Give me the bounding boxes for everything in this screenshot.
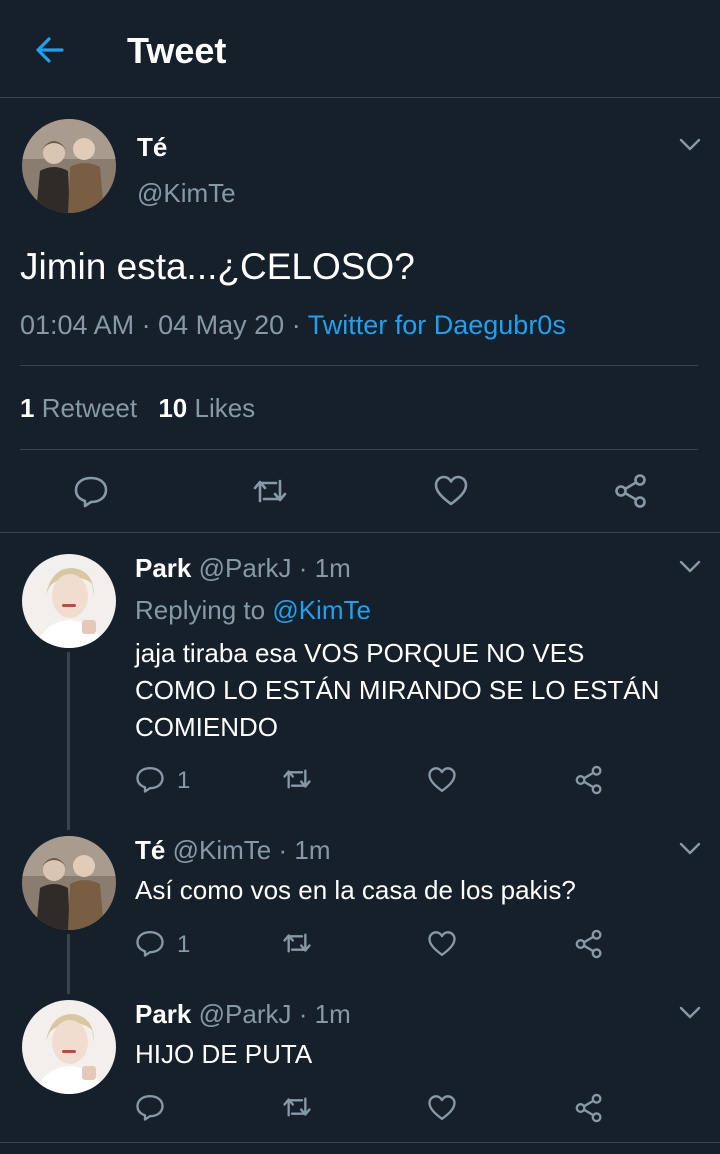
share-icon[interactable] [612, 472, 650, 510]
reply-header: Park @ParkJ · 1m [135, 999, 351, 1029]
heart-icon[interactable] [427, 1093, 457, 1123]
reply-text: Así como vos en la casa de los pakis? [135, 875, 576, 905]
reply-time: 1m [314, 999, 351, 1029]
reply-time: 1m [314, 553, 351, 583]
chevron-down-icon[interactable] [679, 560, 701, 574]
reply-count: 1 [177, 931, 191, 958]
meta-dot: · [298, 553, 308, 583]
author-handle[interactable]: @KimTe [173, 835, 272, 865]
avatar[interactable] [22, 1000, 116, 1094]
retweets-stat[interactable]: 1 Retweet [20, 393, 144, 423]
meta-dot: · [278, 835, 288, 865]
reply-icon[interactable] [135, 1092, 165, 1122]
reply-text-line: jaja tiraba esa VOS PORQUE NO VES [135, 638, 585, 668]
divider [0, 1142, 720, 1143]
replying-prefix: Replying to [135, 595, 266, 625]
reply-icon[interactable] [73, 473, 109, 509]
retweet-icon[interactable] [250, 473, 290, 509]
heart-icon[interactable] [427, 765, 457, 795]
tweet-meta: 01:04 AM · 04 May 20 · Twitter for Daegu… [20, 309, 566, 341]
retweet-icon[interactable] [280, 764, 314, 794]
likes-stat[interactable]: 10 Likes [158, 393, 255, 423]
chevron-down-icon[interactable] [679, 138, 701, 152]
reply-time: 1m [294, 835, 331, 865]
chevron-down-icon[interactable] [679, 1006, 701, 1020]
avatar[interactable] [22, 554, 116, 648]
share-icon[interactable] [573, 1092, 605, 1124]
author-name[interactable]: Té [137, 132, 167, 162]
tweet-date: 04 May 20 [158, 310, 285, 340]
tweet-source-link[interactable]: Twitter for Daegubr0s [308, 310, 566, 340]
share-icon[interactable] [573, 928, 605, 960]
reply-header: Park @ParkJ · 1m [135, 553, 351, 583]
reply-text-line: COMIENDO [135, 712, 278, 742]
chevron-down-icon[interactable] [679, 842, 701, 856]
reply-text-line: COMO LO ESTÁN MIRANDO SE LO ESTÁN [135, 675, 660, 705]
divider [0, 532, 720, 533]
retweets-count: 1 [20, 393, 35, 423]
retweet-icon[interactable] [280, 928, 314, 958]
divider [20, 365, 698, 366]
arrow-left-icon[interactable] [30, 30, 70, 70]
author-handle[interactable]: @KimTe [137, 178, 236, 208]
likes-label: Likes [194, 393, 256, 423]
reply-icon[interactable] [135, 928, 165, 958]
tweet-stats: 1 Retweet 10 Likes [20, 392, 255, 424]
author-handle[interactable]: @ParkJ [199, 999, 292, 1029]
meta-dot: · [141, 310, 151, 340]
meta-dot: · [298, 999, 308, 1029]
heart-icon[interactable] [427, 929, 457, 959]
avatar[interactable] [22, 836, 116, 930]
avatar[interactable] [22, 119, 116, 213]
retweets-label: Retweet [41, 393, 138, 423]
replying-to-handle[interactable]: @KimTe [272, 595, 371, 625]
reply-header: Té @KimTe · 1m [135, 835, 330, 865]
likes-count: 10 [158, 393, 188, 423]
thread-line [67, 934, 70, 994]
replying-to: Replying to @KimTe [135, 594, 371, 626]
reply-count: 1 [177, 767, 191, 794]
reply-text: jaja tiraba esa VOS PORQUE NO VES COMO L… [135, 635, 659, 746]
tweet-text: Jimin esta...¿CELOSO? [20, 246, 415, 287]
tweet-time: 01:04 AM [20, 310, 135, 340]
page-title: Tweet [127, 30, 227, 71]
author-name[interactable]: Park [135, 999, 191, 1029]
app-header: Tweet [0, 0, 720, 98]
retweet-icon[interactable] [280, 1092, 314, 1122]
heart-icon[interactable] [433, 473, 469, 509]
author-handle[interactable]: @ParkJ [199, 553, 292, 583]
thread-line [67, 652, 70, 830]
divider [20, 449, 698, 450]
meta-dot: · [291, 310, 301, 340]
author-name[interactable]: Té [135, 835, 165, 865]
reply-icon[interactable] [135, 764, 165, 794]
author-name[interactable]: Park [135, 553, 191, 583]
reply-text: HIJO DE PUTA [135, 1039, 313, 1069]
share-icon[interactable] [573, 764, 605, 796]
